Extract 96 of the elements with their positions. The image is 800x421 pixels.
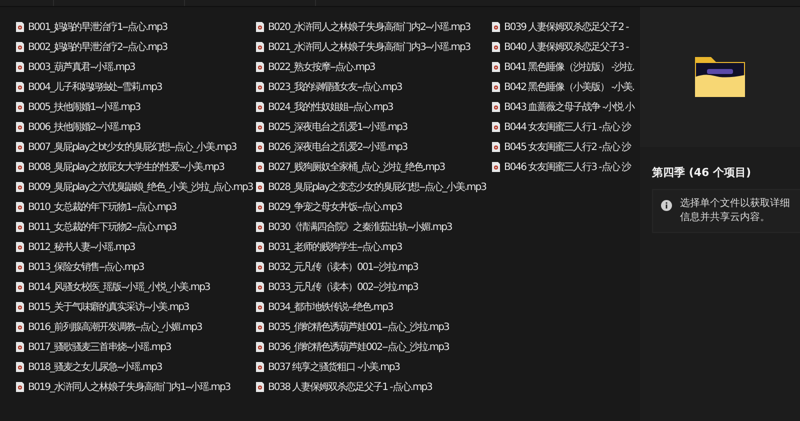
file-item[interactable]: B021_水浒同人之林娘子失身高衙门内3--小瑶.mp3	[256, 37, 470, 57]
audio-file-icon	[492, 62, 500, 72]
file-item[interactable]: B035_俏蛇精色诱葫芦娃001--点心_沙拉.mp3	[256, 317, 449, 337]
audio-file-icon	[492, 122, 500, 132]
file-item[interactable]: B044 女友闺蜜三人行1 -点心 沙	[492, 117, 630, 137]
audio-file-icon	[256, 142, 264, 152]
file-item[interactable]: B004_儿子和妈妈独处--雪莉.mp3	[16, 77, 162, 97]
file-item[interactable]: B024_我的性奴姐姐--点心.mp3	[256, 97, 393, 117]
file-item[interactable]: B045 女友闺蜜三人行2 -点心 沙	[492, 137, 630, 157]
audio-file-icon	[16, 342, 24, 352]
file-item[interactable]: B006_扶他闹婚2--小瑶.mp3	[16, 117, 140, 137]
file-item[interactable]: B040 人妻保姆双杀恋足父子3 -	[492, 37, 628, 57]
file-item[interactable]: B032_元凡传（读本）001--沙拉.mp3	[256, 257, 418, 277]
file-item[interactable]: B002_妈妈的早泄治疗2--点心.mp3	[16, 37, 168, 57]
audio-file-icon	[256, 242, 264, 252]
audio-file-icon	[256, 122, 264, 132]
file-item[interactable]: B011_女总裁的年下玩物2--点心.mp3	[16, 217, 176, 237]
info-text: 选择单个文件以获取详细信息并共享云内容。	[680, 197, 791, 225]
file-item[interactable]: B038 人妻保姆双杀恋足父子1 -点心.mp3	[256, 377, 432, 397]
audio-file-icon	[16, 322, 24, 332]
file-item[interactable]: B008_臭屁play之放屁女大学生的性爱--小美.mp3	[16, 157, 224, 177]
file-item[interactable]: B007_臭屁play之bt少女的臭屁幻想--点心_小美.mp3	[16, 137, 236, 157]
audio-file-icon	[492, 22, 500, 32]
audio-file-icon	[16, 182, 24, 192]
audio-file-icon	[492, 102, 500, 112]
file-item[interactable]: B031_老师的贱狗学生--点心.mp3	[256, 237, 402, 257]
audio-file-icon	[492, 142, 500, 152]
audio-file-icon	[16, 302, 24, 312]
file-item[interactable]: B022_熟女按摩--点心.mp3	[256, 57, 375, 77]
audio-file-icon	[256, 82, 264, 92]
file-item[interactable]: B029_争宠之母女丼饭--点心.mp3	[256, 197, 402, 217]
audio-file-icon	[256, 162, 264, 172]
audio-file-icon	[256, 382, 264, 392]
file-item[interactable]: B042 黑色睡像（小美版） -小美.	[492, 77, 634, 97]
file-item[interactable]: B023_我的绿帽骚女友--点心.mp3	[256, 77, 402, 97]
audio-file-icon	[16, 362, 24, 372]
audio-file-icon	[256, 342, 264, 352]
file-item[interactable]: B041 黑色睡像（沙拉版） -沙拉.	[492, 57, 634, 77]
info-icon	[661, 200, 672, 211]
file-item[interactable]: B043 血蔷薇之母子战争 -小悦 小	[492, 97, 634, 117]
file-item[interactable]: B019_水浒同人之林娘子失身高衙门内1--小瑶.mp3	[16, 377, 230, 397]
file-item[interactable]: B014_风骚女校医_瑶版--小瑶_小悦_小美.mp3	[16, 277, 210, 297]
audio-file-icon	[256, 182, 264, 192]
file-item[interactable]: B030《情满四合院》之秦淮茹出轨--小媚.mp3	[256, 217, 452, 237]
audio-file-icon	[16, 242, 24, 252]
audio-file-icon	[16, 262, 24, 272]
audio-file-icon	[16, 22, 24, 32]
audio-file-icon	[16, 162, 24, 172]
audio-file-icon	[16, 42, 24, 52]
audio-file-icon	[256, 282, 264, 292]
audio-file-icon	[492, 82, 500, 92]
audio-file-icon	[492, 42, 500, 52]
audio-file-icon	[256, 262, 264, 272]
folder-icon	[693, 55, 747, 99]
audio-file-icon	[256, 222, 264, 232]
file-item[interactable]: B026_深夜电台之乱爱2--小瑶.mp3	[256, 137, 408, 157]
audio-file-icon	[16, 222, 24, 232]
file-item[interactable]: B018_骚麦之女儿尿急--小瑶.mp3	[16, 357, 162, 377]
file-item[interactable]: B034_都市地铁传说--绝色.mp3	[256, 297, 393, 317]
audio-file-icon	[492, 162, 500, 172]
file-item[interactable]: B013_保险女销售--点心.mp3	[16, 257, 144, 277]
audio-file-icon	[16, 142, 24, 152]
folder-title: 第四季 (46 个项目)	[652, 165, 752, 180]
file-item[interactable]: B010_女总裁的年下玩物1--点心.mp3	[16, 197, 176, 217]
audio-file-icon	[256, 322, 264, 332]
file-item[interactable]: B025_深夜电台之乱爱1--小瑶.mp3	[256, 117, 408, 137]
file-item[interactable]: B033_元凡传（读本）002--沙拉.mp3	[256, 277, 418, 297]
file-item[interactable]: B001_妈妈的早泄治疗1--点心.mp3	[16, 17, 168, 37]
audio-file-icon	[256, 202, 264, 212]
file-item[interactable]: B046 女友闺蜜三人行3 -点心 沙	[492, 157, 630, 177]
audio-file-icon	[256, 42, 264, 52]
audio-file-icon	[256, 302, 264, 312]
audio-file-icon	[16, 62, 24, 72]
file-item[interactable]: B003_葫芦真君--小瑶.mp3	[16, 57, 135, 77]
audio-file-icon	[256, 362, 264, 372]
file-item[interactable]: B027_贱狗厕奴全家桶_点心_沙拉_绝色.mp3	[256, 157, 445, 177]
file-item[interactable]: B009_臭屁play之六优臭鼬娘_绝色_小美_沙拉_点心.mp3	[16, 177, 253, 197]
file-item[interactable]: B016_前列腺高潮开发调教--点心_小媚.mp3	[16, 317, 202, 337]
file-item[interactable]: B037 纯享之骚货粗口 -小美.mp3	[256, 357, 400, 377]
audio-file-icon	[16, 282, 24, 292]
audio-file-icon	[256, 62, 264, 72]
audio-file-icon	[256, 22, 264, 32]
audio-file-icon	[16, 202, 24, 212]
audio-file-icon	[16, 122, 24, 132]
audio-file-icon	[256, 102, 264, 112]
audio-file-icon	[16, 382, 24, 392]
file-item[interactable]: B015_关于气味癖的真实采访--小美.mp3	[16, 297, 189, 317]
audio-file-icon	[16, 82, 24, 92]
file-item[interactable]: B020_水浒同人之林娘子失身高衙门内2--小瑶.mp3	[256, 17, 470, 37]
file-item[interactable]: B012_秘书人妻--小瑶.mp3	[16, 237, 135, 257]
file-item[interactable]: B036_俏蛇精色诱葫芦娃002--点心_沙拉.mp3	[256, 337, 449, 357]
audio-file-icon	[16, 102, 24, 112]
file-item[interactable]: B039 人妻保姆双杀恋足父子2 -	[492, 17, 628, 37]
file-item[interactable]: B017_骚歌骚麦三首串烧--小瑶.mp3	[16, 337, 171, 357]
file-item[interactable]: B005_扶他闹婚1--小瑶.mp3	[16, 97, 140, 117]
file-item[interactable]: B028_臭屁play之变态少女的臭屁幻想--点心_小美.mp3	[256, 177, 486, 197]
